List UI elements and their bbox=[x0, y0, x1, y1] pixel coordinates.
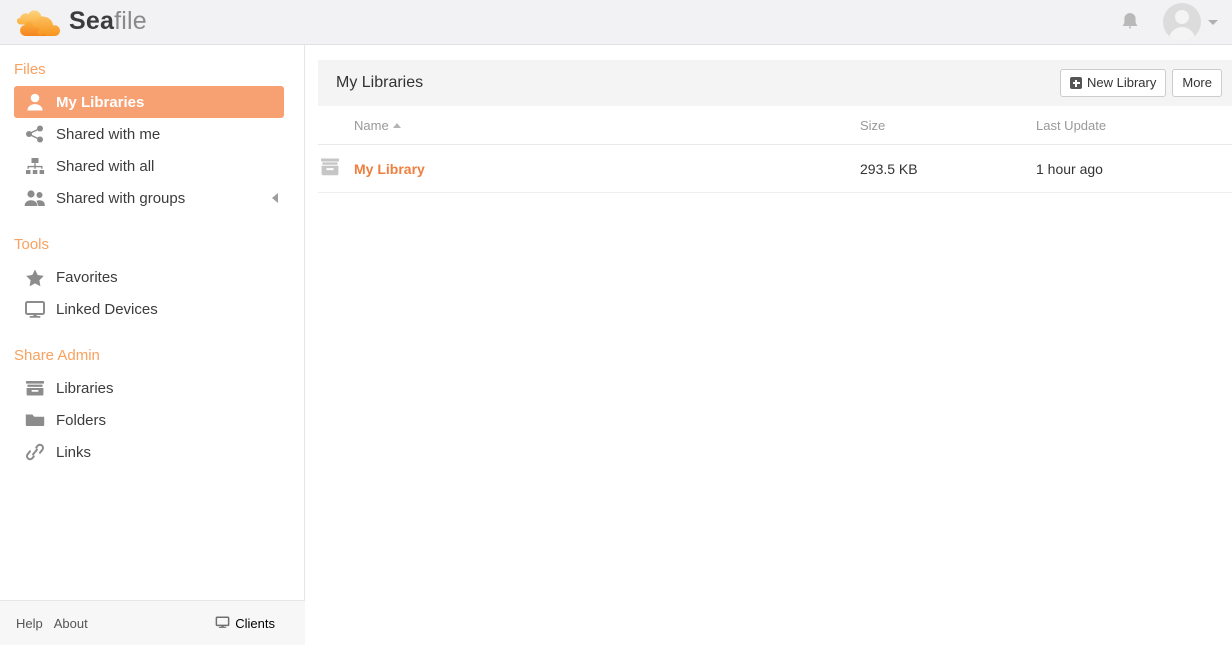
sidebar-item-label: Libraries bbox=[56, 379, 114, 397]
libraries-table: Name Size Last Update My Library 293.5 K… bbox=[318, 106, 1232, 193]
sidebar-item-label: Linked Devices bbox=[56, 300, 158, 318]
clients-label: Clients bbox=[235, 615, 275, 631]
column-header-size-label: Size bbox=[860, 118, 886, 133]
library-icon-cell bbox=[318, 144, 354, 193]
sidebar-item-libraries[interactable]: Libraries bbox=[14, 372, 284, 404]
brand-name-sea: Sea bbox=[69, 6, 115, 35]
sidebar-item-label: My Libraries bbox=[56, 93, 145, 111]
collapse-left-icon[interactable] bbox=[272, 193, 278, 203]
sidebar-item-shared-with-all[interactable]: Shared with all bbox=[14, 150, 284, 182]
sidebar-section-title-share-admin: Share Admin bbox=[14, 347, 100, 364]
table-header-row: Name Size Last Update bbox=[318, 106, 1232, 145]
sidebar-item-label: Shared with all bbox=[56, 157, 155, 175]
sort-asc-icon bbox=[392, 123, 401, 128]
clients-link[interactable]: Clients bbox=[215, 615, 275, 632]
link-icon bbox=[14, 442, 56, 462]
library-size-cell: 293.5 KB bbox=[860, 144, 1036, 193]
more-button[interactable]: More bbox=[1172, 69, 1222, 97]
sidebar: Files My Libraries Shared with me Shared… bbox=[0, 45, 305, 645]
sidebar-item-shared-with-groups[interactable]: Shared with groups bbox=[14, 182, 284, 214]
libraries-panel: My Libraries New Library More Name Size … bbox=[318, 60, 1232, 193]
brand-name: Seafile bbox=[69, 7, 147, 36]
sidebar-section-title-tools: Tools bbox=[14, 236, 50, 253]
column-header-name[interactable]: Name bbox=[354, 106, 860, 145]
folder-icon bbox=[14, 410, 56, 430]
person-icon bbox=[14, 92, 56, 112]
more-label: More bbox=[1182, 75, 1212, 91]
column-header-icon bbox=[318, 106, 354, 145]
sidebar-item-label: Favorites bbox=[56, 268, 118, 286]
sitemap-icon bbox=[14, 156, 56, 176]
sidebar-item-favorites[interactable]: Favorites bbox=[14, 261, 284, 293]
column-header-size[interactable]: Size bbox=[860, 106, 1036, 145]
chevron-down-icon bbox=[1208, 19, 1218, 25]
new-library-label: New Library bbox=[1087, 75, 1157, 91]
top-header: Seafile bbox=[0, 0, 1232, 45]
plus-square-icon bbox=[1070, 77, 1083, 89]
table-row[interactable]: My Library 293.5 KB 1 hour ago bbox=[318, 144, 1232, 193]
monitor-icon bbox=[215, 615, 230, 632]
star-icon bbox=[14, 267, 56, 287]
panel-header: My Libraries New Library More bbox=[318, 60, 1232, 106]
seafile-cloud-logo-icon bbox=[14, 6, 62, 38]
sidebar-item-label: Folders bbox=[56, 411, 107, 429]
sidebar-item-label: Links bbox=[56, 443, 92, 461]
panel-actions: New Library More bbox=[1060, 69, 1222, 97]
column-header-last-update-label: Last Update bbox=[1036, 118, 1107, 133]
brand-name-file: file bbox=[114, 6, 147, 35]
help-link[interactable]: Help bbox=[16, 616, 43, 631]
bell-icon bbox=[1122, 13, 1138, 29]
new-library-button[interactable]: New Library bbox=[1060, 69, 1167, 97]
monitor-icon bbox=[14, 299, 56, 319]
library-box-icon bbox=[14, 378, 56, 398]
library-last-update-cell: 1 hour ago bbox=[1036, 144, 1232, 193]
library-name-link[interactable]: My Library bbox=[354, 161, 425, 177]
library-name-cell: My Library bbox=[354, 144, 860, 193]
library-box-icon bbox=[318, 158, 342, 181]
column-header-name-label: Name bbox=[354, 118, 389, 133]
sidebar-item-links[interactable]: Links bbox=[14, 436, 284, 468]
main-content: My Libraries New Library More Name Size … bbox=[306, 45, 1232, 645]
sidebar-item-my-libraries[interactable]: My Libraries bbox=[14, 86, 284, 118]
page-title: My Libraries bbox=[336, 74, 424, 91]
footer-links: Help About bbox=[16, 616, 88, 631]
user-menu-button[interactable] bbox=[1163, 3, 1218, 41]
sidebar-item-label: Shared with groups bbox=[56, 189, 186, 207]
column-header-last-update[interactable]: Last Update bbox=[1036, 106, 1232, 145]
sidebar-item-label: Shared with me bbox=[56, 125, 161, 143]
sidebar-item-folders[interactable]: Folders bbox=[14, 404, 284, 436]
avatar bbox=[1163, 3, 1201, 41]
sidebar-item-shared-with-me[interactable]: Shared with me bbox=[14, 118, 284, 150]
sidebar-footer: Help About Clients bbox=[0, 600, 305, 645]
people-icon bbox=[14, 188, 56, 208]
share-nodes-icon bbox=[14, 124, 56, 144]
about-link[interactable]: About bbox=[54, 616, 88, 631]
header-actions bbox=[1119, 3, 1218, 41]
sidebar-section-title-files: Files bbox=[14, 61, 46, 78]
brand-logo-link[interactable]: Seafile bbox=[14, 6, 147, 38]
notifications-button[interactable] bbox=[1119, 10, 1141, 34]
sidebar-item-linked-devices[interactable]: Linked Devices bbox=[14, 293, 284, 325]
